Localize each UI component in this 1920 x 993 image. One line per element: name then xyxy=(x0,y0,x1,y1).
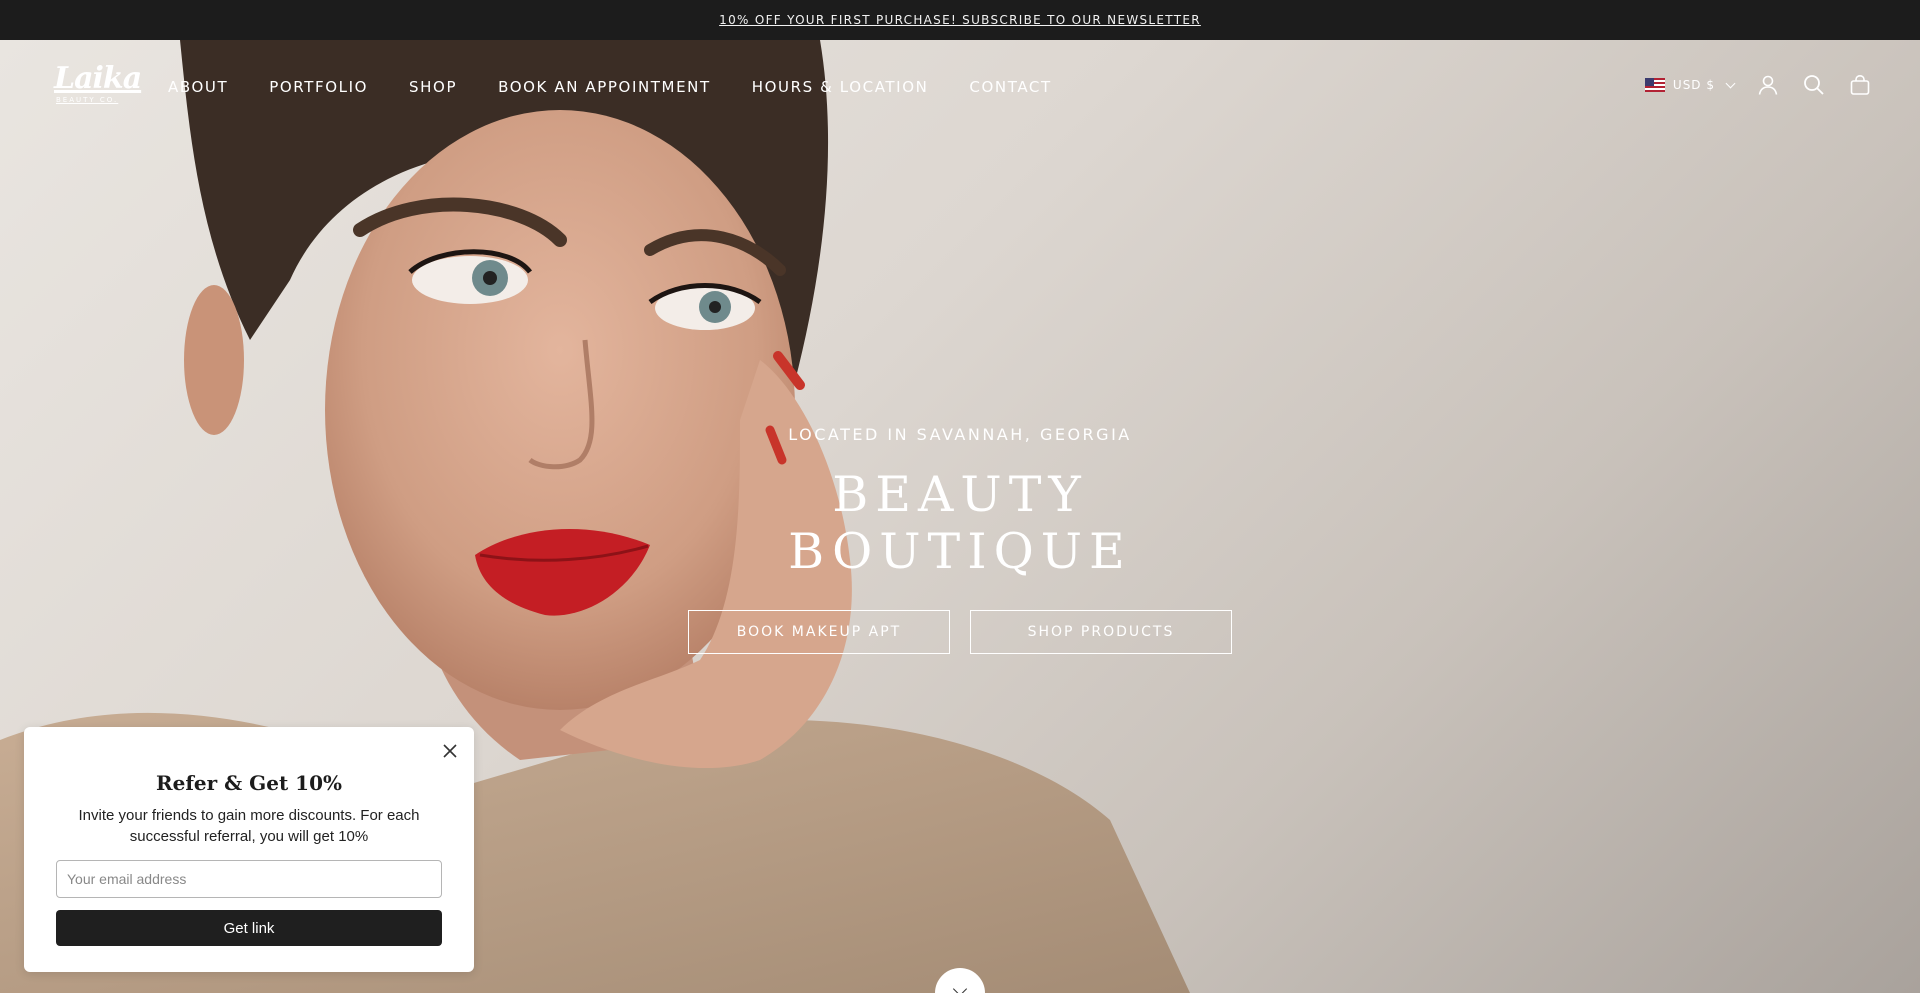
search-icon[interactable] xyxy=(1802,73,1826,97)
nav-item-contact[interactable]: CONTACT xyxy=(969,78,1051,96)
nav-item-shop[interactable]: SHOP xyxy=(409,78,457,96)
popup-body: Invite your friends to gain more discoun… xyxy=(78,807,420,845)
hero-headline: BEAUTY BOUTIQUE xyxy=(788,466,1132,580)
us-flag-icon xyxy=(1644,78,1665,92)
referral-popup: Refer & Get 10% Invite your friends to g… xyxy=(24,727,474,972)
logo-tagline: BEAUTY CO. xyxy=(56,96,119,104)
nav-item-hours-location[interactable]: HOURS & LOCATION xyxy=(752,78,929,96)
nav-item-portfolio[interactable]: PORTFOLIO xyxy=(269,78,368,96)
hero-eyebrow: LOCATED IN SAVANNAH, GEORGIA xyxy=(788,425,1132,444)
book-makeup-button[interactable]: BOOK MAKEUP APT xyxy=(688,610,950,654)
bag-icon[interactable] xyxy=(1848,73,1872,97)
account-icon[interactable] xyxy=(1756,73,1780,97)
currency-selector[interactable]: USD $ xyxy=(1644,78,1736,92)
main-nav: ABOUT PORTFOLIO SHOP BOOK AN APPOINTMENT… xyxy=(168,78,1052,96)
close-icon[interactable] xyxy=(440,741,460,761)
shop-products-button[interactable]: SHOP PRODUCTS xyxy=(970,610,1232,654)
get-link-button[interactable]: Get link xyxy=(56,910,442,946)
email-field[interactable] xyxy=(56,860,442,898)
site-header: Laika BEAUTY CO. ABOUT PORTFOLIO SHOP BO… xyxy=(0,40,1920,134)
logo-wordmark: Laika xyxy=(54,61,142,96)
announcement-bar: 10% OFF YOUR FIRST PURCHASE! SUBSCRIBE T… xyxy=(0,0,1920,40)
site-logo[interactable]: Laika BEAUTY CO. xyxy=(54,61,142,112)
nav-item-about[interactable]: ABOUT xyxy=(168,78,228,96)
hero-cta-group: BOOK MAKEUP APT SHOP PRODUCTS xyxy=(688,610,1232,654)
currency-label: USD $ xyxy=(1672,78,1715,92)
hero-content: LOCATED IN SAVANNAH, GEORGIA BEAUTY BOUT… xyxy=(688,425,1232,654)
announcement-link[interactable]: 10% OFF YOUR FIRST PURCHASE! SUBSCRIBE T… xyxy=(719,13,1201,27)
nav-item-book-appointment[interactable]: BOOK AN APPOINTMENT xyxy=(498,78,711,96)
chevron-down-icon xyxy=(1725,78,1736,88)
header-tools: USD $ xyxy=(1644,73,1872,97)
chevron-down-icon xyxy=(952,981,968,993)
popup-title: Refer & Get 10% xyxy=(155,771,343,795)
